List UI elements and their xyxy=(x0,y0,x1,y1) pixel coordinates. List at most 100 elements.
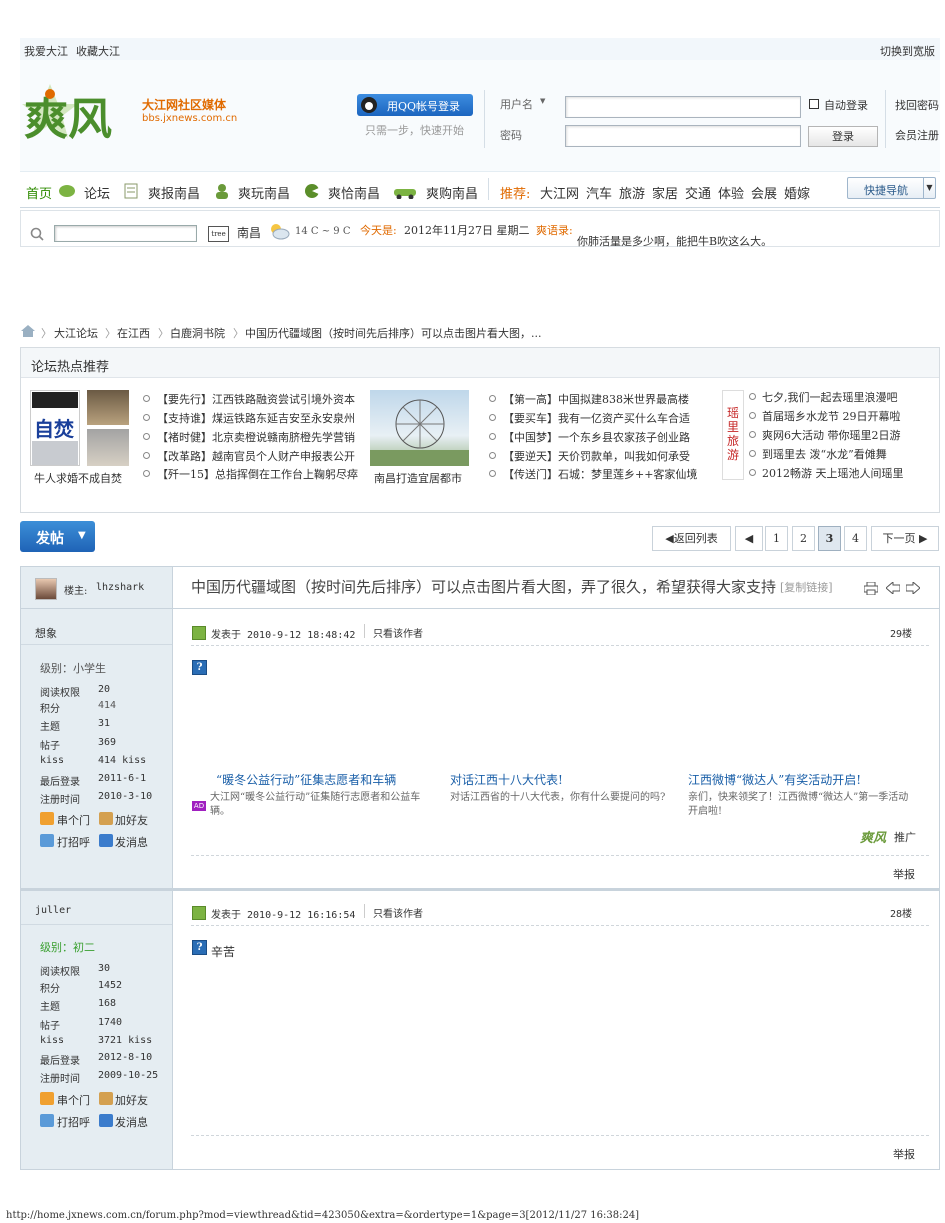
quick-nav-button[interactable]: 快捷导航 ▼ xyxy=(847,177,936,199)
report-link[interactable]: 举报 xyxy=(893,1146,915,1162)
add-friend-link[interactable]: 加好友 xyxy=(115,812,148,828)
username-input[interactable] xyxy=(565,96,801,118)
greet-link[interactable]: 打招呼 xyxy=(57,1114,90,1130)
page-link[interactable]: 2 xyxy=(792,526,815,551)
only-author-link[interactable]: 只看该作者 xyxy=(373,625,423,640)
copy-link[interactable]: [复制链接] xyxy=(780,579,833,595)
find-password-link[interactable]: 找回密码 xyxy=(895,97,939,113)
post-author[interactable]: juller xyxy=(35,905,71,916)
divider xyxy=(21,644,172,645)
avatar[interactable] xyxy=(35,578,57,600)
bookmark-link[interactable]: 收藏大江 xyxy=(76,43,120,59)
hot-link[interactable]: 2012畅游 天上瑶池人间瑶里 xyxy=(749,465,904,481)
nav-home[interactable]: 首页 xyxy=(26,183,52,202)
breadcrumb-item[interactable]: 白鹿洞书院 xyxy=(170,325,225,341)
hot-link[interactable]: 【传送门】石城：梦里莲乡++客家仙境 xyxy=(488,466,697,482)
rec-link-dajiang[interactable]: 大江网 xyxy=(540,183,579,202)
print-icon[interactable] xyxy=(864,582,878,595)
send-message-link[interactable]: 发消息 xyxy=(115,834,148,850)
hot-link[interactable]: 七夕,我们一起去瑶里浪漫吧 xyxy=(749,389,898,405)
search-input[interactable] xyxy=(54,225,197,242)
hot-image-1-caption[interactable]: 牛人求婚不成自焚 xyxy=(34,470,122,486)
rec-link-wedding[interactable]: 婚嫁 xyxy=(784,183,810,202)
next-thread-icon[interactable] xyxy=(906,582,920,594)
hot-image-2-caption[interactable]: 南昌打造宜居都市 xyxy=(374,470,462,486)
stat-value[interactable]: 1452 xyxy=(98,980,122,991)
visit-home-link[interactable]: 串个门 xyxy=(57,1092,90,1108)
nav-eat-nanchang[interactable]: 爽恰南昌 xyxy=(328,183,380,202)
stat-value[interactable]: 369 xyxy=(98,737,116,748)
next-page-button[interactable]: 下一页 ▶ xyxy=(871,526,939,551)
broken-image-icon: ? xyxy=(192,940,207,955)
nav-play-nanchang[interactable]: 爽玩南昌 xyxy=(238,183,290,202)
hot-link[interactable]: 【歼一15】总指挥倒在工作台上鞠躬尽瘁 xyxy=(143,466,358,482)
stat-value[interactable]: 31 xyxy=(98,718,110,729)
hot-link[interactable]: 【要逆天】天价罚款单，叫我如何承受 xyxy=(489,448,690,464)
login-button[interactable]: 登录 xyxy=(808,126,878,147)
stat-value[interactable]: 168 xyxy=(98,998,116,1009)
rec-link-auto[interactable]: 汽车 xyxy=(586,183,612,202)
divider xyxy=(488,178,489,200)
post-content: 辛苦 xyxy=(211,945,236,959)
site-logo[interactable]: 爽风 大江网社区媒体 bbs.jxnews.com.cn xyxy=(20,78,260,150)
rec-link-traffic[interactable]: 交通 xyxy=(685,183,711,202)
hot-link[interactable]: 到瑶里去 泼“水龙”看傩舞 xyxy=(749,446,887,462)
hot-link[interactable]: 【要先行】江西铁路融资尝试引境外资本 xyxy=(143,391,355,407)
rec-link-home[interactable]: 家居 xyxy=(652,183,678,202)
ad-title[interactable]: “暖冬公益行动”征集志愿者和车辆 xyxy=(216,771,396,788)
switch-wide-link[interactable]: 切换到宽版 xyxy=(880,43,935,59)
nav-shop-nanchang[interactable]: 爽购南昌 xyxy=(426,183,478,202)
search-button[interactable]: tree xyxy=(208,226,229,242)
hot-link[interactable]: 【第一高】中国拟建838米世界最高楼 xyxy=(489,391,689,407)
hot-link[interactable]: 首届瑶乡水龙节 29日开幕啦 xyxy=(749,408,901,424)
send-message-link[interactable]: 发消息 xyxy=(115,1114,148,1130)
report-link[interactable]: 举报 xyxy=(893,866,915,882)
hot-link[interactable]: 【改革路】越南官员个人财产申报表公开 xyxy=(143,448,355,464)
visit-home-link[interactable]: 串个门 xyxy=(57,812,90,828)
stat-value[interactable]: 414 xyxy=(98,700,116,711)
nav-news-nanchang[interactable]: 爽报南昌 xyxy=(148,183,200,202)
post-author[interactable]: 想象 xyxy=(35,625,57,641)
chevron-down-icon[interactable]: ▼ xyxy=(540,97,545,105)
prev-thread-icon[interactable] xyxy=(886,582,900,594)
nav-forum[interactable]: 论坛 xyxy=(84,183,110,202)
home-icon[interactable] xyxy=(21,325,35,337)
greet-link[interactable]: 打招呼 xyxy=(57,834,90,850)
set-homepage-link[interactable]: 我爱大江 xyxy=(24,43,68,59)
ad-title[interactable]: 对话江西十八大代表! xyxy=(450,771,563,788)
floor-number[interactable]: 29楼 xyxy=(890,625,912,640)
back-to-list-button[interactable]: ◀返回列表 xyxy=(652,526,731,551)
hot-image-1[interactable]: 自焚 xyxy=(30,390,129,466)
yaoli-travel-badge[interactable]: 瑶里旅游 xyxy=(722,390,744,480)
stat-value[interactable]: 1740 xyxy=(98,1017,122,1028)
hot-image-2[interactable] xyxy=(370,390,469,466)
prev-page-button[interactable]: ◀ xyxy=(735,526,763,551)
ad-title[interactable]: 江西微博“微达人”有奖活动开启! xyxy=(688,771,861,788)
top-bar: 我爱大江 收藏大江 切换到宽版 xyxy=(20,38,940,60)
stat-label: 积分 xyxy=(40,984,60,995)
stat-label: 帖子 xyxy=(40,1021,60,1032)
only-author-link[interactable]: 只看该作者 xyxy=(373,905,423,920)
hot-link[interactable]: 爽网6大活动 带你瑶里2日游 xyxy=(749,427,901,443)
qq-login-button[interactable]: 用QQ帐号登录 xyxy=(357,94,473,116)
page-link[interactable]: 4 xyxy=(844,526,867,551)
hot-link[interactable]: 【中国梦】一个东乡县农家孩子创业路 xyxy=(489,429,690,445)
password-input[interactable] xyxy=(565,125,801,147)
add-friend-link[interactable]: 加好友 xyxy=(115,1092,148,1108)
hot-link[interactable]: 【褚时健】北京卖橙说赣南脐橙先学营销 xyxy=(143,429,355,445)
breadcrumb-item[interactable]: 大江论坛 xyxy=(54,325,98,341)
breadcrumb-item[interactable]: 在江西 xyxy=(117,325,150,341)
op-username[interactable]: lhzshark xyxy=(96,582,144,593)
page-link[interactable]: 1 xyxy=(765,526,788,551)
rec-link-travel[interactable]: 旅游 xyxy=(619,183,645,202)
rec-link-experience[interactable]: 体验 xyxy=(718,183,744,202)
auto-login-checkbox[interactable] xyxy=(809,99,819,109)
hot-link[interactable]: 【支持谁】煤运铁路东延吉安至永安泉州 xyxy=(143,410,355,426)
stat-label: 阅读权限 xyxy=(40,967,80,978)
hot-link[interactable]: 【要买车】我有一亿资产买什么车合适 xyxy=(489,410,690,426)
register-link[interactable]: 会员注册 xyxy=(895,127,939,143)
floor-number[interactable]: 28楼 xyxy=(890,905,912,920)
new-post-button[interactable]: 发帖 ▼ xyxy=(20,521,95,552)
stat-label: 最后登录 xyxy=(40,777,80,788)
rec-link-expo[interactable]: 会展 xyxy=(751,183,777,202)
